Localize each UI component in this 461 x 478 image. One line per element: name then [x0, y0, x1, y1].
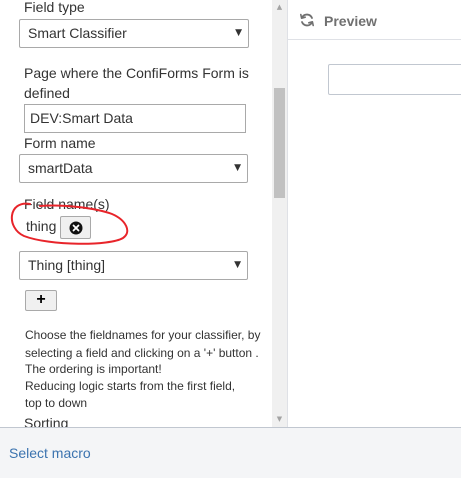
form-name-select[interactable]: smartData ▼	[19, 154, 248, 183]
preview-header: Preview	[288, 0, 461, 40]
page-value: DEV:Smart Data	[30, 110, 133, 126]
preview-panel: Preview	[288, 0, 461, 427]
field-type-label: Field type	[24, 0, 85, 15]
page-label-line-2: defined	[24, 85, 70, 101]
sorting-label: Sorting	[24, 415, 69, 427]
page-label-line-1: Page where the ConfiForms Form is	[24, 65, 249, 81]
vertical-scrollbar[interactable]: ▲ ▼	[272, 0, 287, 427]
scroll-up-arrow-icon[interactable]: ▲	[272, 0, 287, 15]
field-select[interactable]: Thing [thing] ▼	[19, 251, 248, 280]
page-input[interactable]: DEV:Smart Data	[24, 104, 246, 133]
preview-content-box	[328, 64, 461, 95]
refresh-icon[interactable]	[299, 12, 315, 28]
red-circle-annotation	[10, 202, 129, 245]
chevron-down-icon: ▼	[234, 260, 241, 270]
add-field-button[interactable]: +	[25, 290, 57, 311]
field-select-value: Thing [thing]	[28, 257, 106, 273]
preview-title: Preview	[324, 13, 377, 29]
field-type-value: Smart Classifier	[28, 25, 127, 41]
dialog-footer: Select macro	[0, 427, 461, 478]
form-name-value: smartData	[28, 160, 93, 176]
macro-settings-panel: Field type Smart Classifier ▼ Page where…	[0, 0, 272, 427]
form-name-label: Form name	[24, 135, 96, 151]
chevron-down-icon: ▼	[234, 163, 241, 173]
scroll-down-arrow-icon[interactable]: ▼	[272, 412, 287, 427]
field-type-select[interactable]: Smart Classifier ▼	[19, 19, 249, 48]
chevron-down-icon: ▼	[235, 28, 242, 38]
help-line-1: Choose the fieldnames for your classifie…	[25, 328, 261, 342]
help-line-3: The ordering is important!	[25, 362, 162, 376]
help-line-5: top to down	[25, 396, 88, 410]
select-macro-link[interactable]: Select macro	[9, 445, 91, 461]
help-line-4: Reducing logic starts from the first fie…	[25, 379, 236, 393]
scrollbar-thumb[interactable]	[274, 88, 285, 198]
